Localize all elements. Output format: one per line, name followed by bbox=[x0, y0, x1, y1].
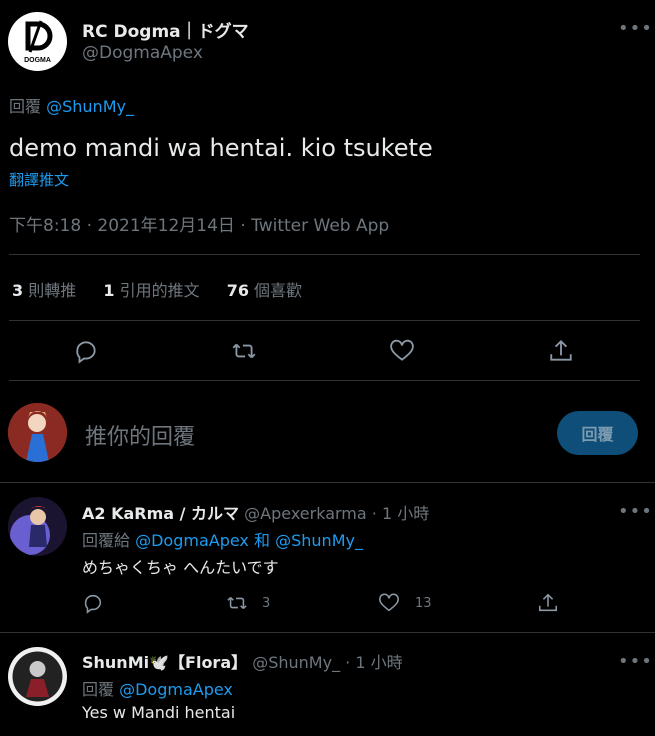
like-count: 13 bbox=[415, 596, 432, 611]
translate-link[interactable]: 翻譯推文 bbox=[9, 169, 69, 190]
likes-stat[interactable]: 76 個喜歡 bbox=[227, 281, 302, 300]
reply-conj: 和 bbox=[254, 531, 271, 550]
reply-time[interactable]: · 1 小時 bbox=[345, 653, 402, 672]
reply-text: めちゃくちゃ へんたいです bbox=[82, 558, 279, 577]
author-avatar[interactable]: DOGMA bbox=[8, 12, 67, 71]
reply-author-handle[interactable]: @ShunMy_ bbox=[252, 653, 340, 672]
compose-input[interactable]: 推你的回覆 bbox=[85, 419, 195, 451]
author-handle[interactable]: @DogmaApex bbox=[82, 43, 203, 63]
divider bbox=[9, 380, 640, 381]
reply-context: 回覆給 @DogmaApex 和 @ShunMy_ bbox=[82, 527, 363, 551]
reply-avatar[interactable] bbox=[8, 497, 67, 556]
reply-context: 回覆 @DogmaApex bbox=[82, 676, 233, 700]
user-avatar[interactable] bbox=[8, 403, 67, 462]
reply-prefix: 回覆 bbox=[9, 97, 42, 116]
stats-row: 3 則轉推 1 引用的推文 76 個喜歡 bbox=[12, 277, 302, 301]
reply-to-link[interactable]: @DogmaApex bbox=[119, 680, 233, 699]
reply-avatar[interactable] bbox=[8, 647, 67, 706]
retweet-count: 3 bbox=[262, 596, 271, 611]
reply-header: A2 KaRma / カルマ @Apexerkarma · 1 小時 bbox=[82, 500, 429, 524]
reply-prefix: 回覆給 bbox=[82, 531, 131, 550]
retweets-stat[interactable]: 3 則轉推 bbox=[12, 281, 76, 300]
divider bbox=[9, 254, 640, 255]
reply-button[interactable]: 回覆 bbox=[557, 411, 638, 455]
reply-author-name[interactable]: A2 KaRma / カルマ bbox=[82, 504, 239, 523]
tweet-meta[interactable]: 下午8:18 · 2021年12月14日 · Twitter Web App bbox=[9, 211, 389, 236]
reply-to-link[interactable]: @DogmaApex bbox=[135, 531, 249, 550]
divider bbox=[0, 632, 655, 633]
divider bbox=[0, 482, 655, 483]
reply-context: 回覆 @ShunMy_ bbox=[9, 93, 134, 117]
more-icon[interactable]: ••• bbox=[618, 503, 653, 521]
retweet-icon[interactable] bbox=[231, 338, 257, 368]
divider bbox=[9, 320, 640, 321]
reply-author-handle[interactable]: @Apexerkarma bbox=[244, 504, 367, 523]
more-icon[interactable]: ••• bbox=[618, 653, 653, 671]
reply-icon[interactable] bbox=[82, 592, 104, 618]
reply-time[interactable]: · 1 小時 bbox=[372, 504, 429, 523]
quotes-stat[interactable]: 1 引用的推文 bbox=[103, 281, 199, 300]
author-name[interactable]: RC Dogma｜ドグマ bbox=[82, 17, 249, 42]
tweet-text: demo mandi wa hentai. kio tsukete bbox=[9, 134, 433, 162]
reply-text: Yes w Mandi hentai bbox=[82, 703, 236, 722]
more-icon[interactable]: ••• bbox=[618, 20, 653, 38]
like-icon[interactable] bbox=[389, 338, 415, 368]
reply-icon[interactable] bbox=[73, 338, 99, 368]
reply-prefix: 回覆 bbox=[82, 680, 115, 699]
share-icon[interactable] bbox=[537, 592, 559, 618]
share-icon[interactable] bbox=[548, 338, 574, 368]
reply-author-name[interactable]: ShunMi🕊️【Flora】 bbox=[82, 653, 247, 672]
retweet-icon[interactable] bbox=[226, 592, 248, 618]
like-icon[interactable] bbox=[378, 592, 400, 618]
reply-to-link[interactable]: @ShunMy_ bbox=[275, 531, 363, 550]
avatar-logo-text: DOGMA bbox=[24, 57, 51, 64]
reply-to-link[interactable]: @ShunMy_ bbox=[46, 97, 134, 116]
reply-header: ShunMi🕊️【Flora】 @ShunMy_ · 1 小時 bbox=[82, 649, 403, 673]
